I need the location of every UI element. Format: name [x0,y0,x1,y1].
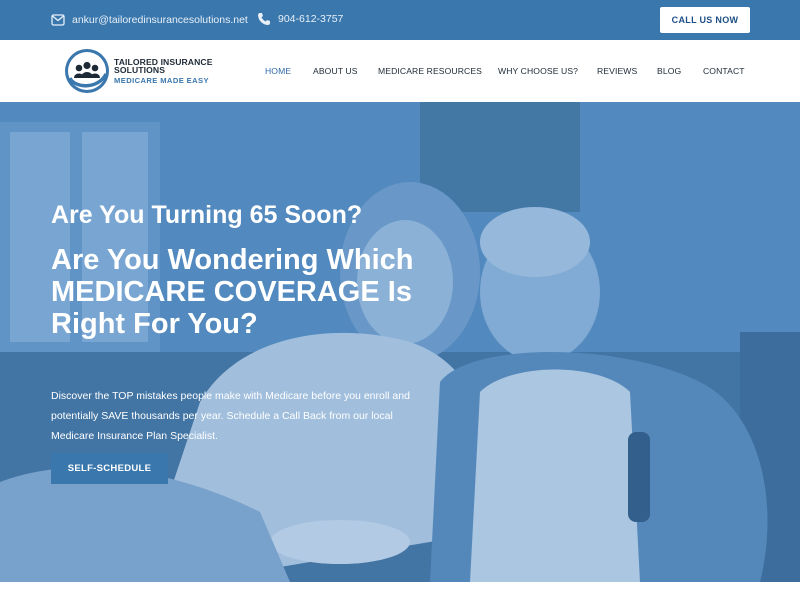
nav-why-choose-us[interactable]: WHY CHOOSE US? [498,66,578,76]
phone-icon [256,11,272,27]
phone-link[interactable]: 904-612-3757 [256,11,343,27]
envelope-icon [50,12,66,28]
nav-reviews[interactable]: REVIEWS [597,66,637,76]
main-nav: HOME ABOUT US MEDICARE RESOURCES WHY CHO… [0,66,800,80]
email-link[interactable]: ankur@tailoredinsurancesolutions.net [50,12,248,28]
email-text: ankur@tailoredinsurancesolutions.net [72,14,248,26]
hero-overlay [0,102,800,582]
nav-medicare-resources[interactable]: MEDICARE RESOURCES [378,66,482,76]
hero-heading: Are You Wondering Which MEDICARE COVERAG… [51,244,414,340]
phone-text: 904-612-3757 [278,13,344,25]
self-schedule-button[interactable]: SELF-SCHEDULE [51,453,168,484]
site-header: TAILORED INSURANCE SOLUTIONS MEDICARE MA… [0,40,800,102]
hero-body-text: Discover the TOP mistakes people make wi… [51,390,410,442]
page-bottom-strip [0,582,800,600]
nav-blog[interactable]: BLOG [657,66,681,76]
hero-subheading: Are You Turning 65 Soon? [51,201,363,229]
nav-about-us[interactable]: ABOUT US [313,66,358,76]
nav-home[interactable]: HOME [265,66,291,76]
top-bar: ankur@tailoredinsurancesolutions.net 904… [0,0,800,40]
nav-contact[interactable]: CONTACT [703,66,745,76]
call-us-now-button[interactable]: CALL US NOW [660,7,750,33]
hero-section: Are You Turning 65 Soon? Are You Wonderi… [0,102,800,582]
